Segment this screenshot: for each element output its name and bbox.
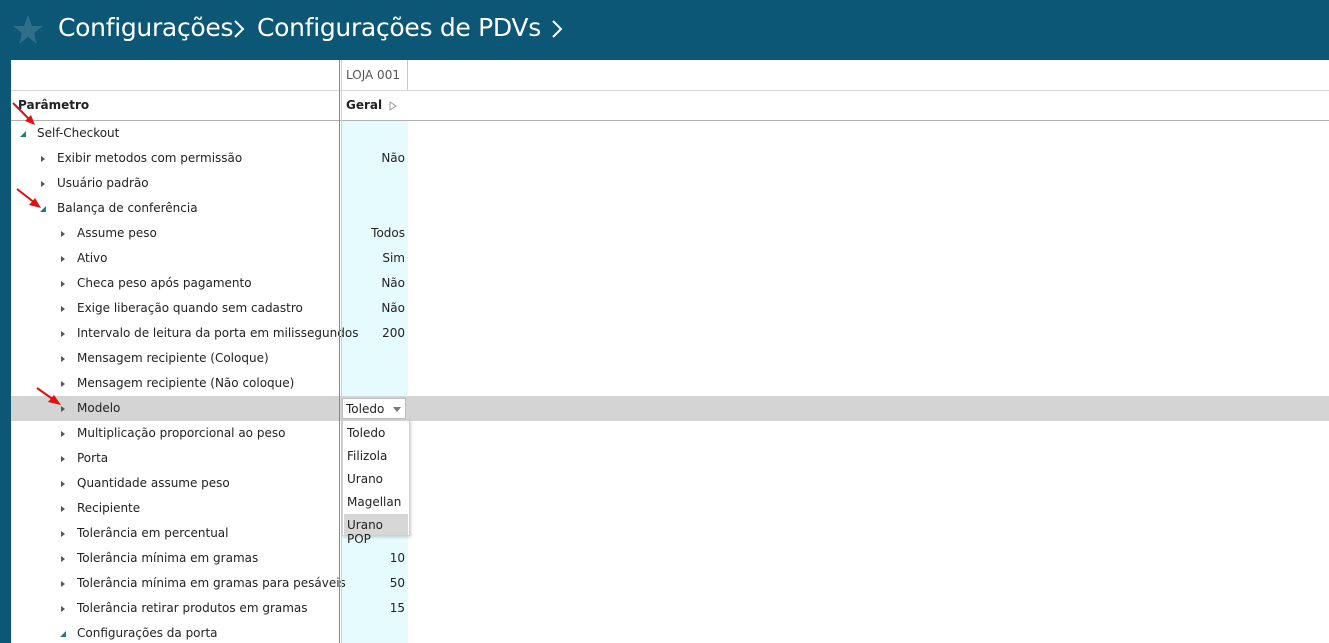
select-value: Toledo bbox=[346, 402, 385, 416]
expand-triangle-icon[interactable] bbox=[59, 230, 67, 238]
tree-row[interactable]: Multiplicação proporcional ao peso bbox=[11, 421, 1329, 446]
parameter-label: Checa peso após pagamento bbox=[77, 276, 252, 290]
parameter-label: Tolerância em percentual bbox=[77, 526, 229, 540]
tree-row[interactable]: Tolerância retirar produtos em gramas 15 bbox=[11, 596, 1329, 621]
expand-right-icon[interactable] bbox=[389, 101, 397, 111]
tree-row[interactable]: Exige liberação quando sem cadastro Não bbox=[11, 296, 1329, 321]
annotation-arrow-icon bbox=[36, 387, 61, 405]
group-column-header[interactable]: Geral bbox=[346, 98, 382, 112]
dropdown-option[interactable]: Magellan bbox=[344, 491, 408, 512]
parameter-label: Tolerância mínima em gramas para pesávei… bbox=[77, 576, 346, 590]
tree-row[interactable]: Quantidade assume peso bbox=[11, 471, 1329, 496]
parameter-label: Balança de conferência bbox=[57, 201, 198, 215]
parameter-label: Intervalo de leitura da porta em milisse… bbox=[77, 326, 359, 340]
expand-triangle-icon[interactable] bbox=[59, 355, 67, 363]
expand-triangle-icon[interactable] bbox=[59, 555, 67, 563]
expand-triangle-icon[interactable] bbox=[59, 480, 67, 488]
expand-triangle-icon[interactable] bbox=[59, 455, 67, 463]
parameter-label: Ativo bbox=[77, 251, 108, 265]
collapse-triangle-icon[interactable] bbox=[59, 630, 67, 638]
parameter-label: Assume peso bbox=[77, 226, 157, 240]
tree-row[interactable]: Tolerância mínima em gramas 10 bbox=[11, 546, 1329, 571]
modelo-dropdown-list: Toledo Filizola Urano Magellan Urano POP bbox=[342, 420, 410, 546]
parameter-label: Modelo bbox=[77, 401, 121, 415]
parameter-label: Multiplicação proporcional ao peso bbox=[77, 426, 286, 440]
parameters-grid: LOJA 001 Parâmetro Geral Self-Checkout Ex… bbox=[11, 60, 1329, 643]
parameter-value[interactable]: Todos bbox=[371, 226, 405, 240]
expand-triangle-icon[interactable] bbox=[59, 330, 67, 338]
tree-row[interactable]: Modelo Toledo bbox=[11, 396, 1329, 421]
tree-row[interactable]: Usuário padrão bbox=[11, 171, 1329, 196]
parameter-value[interactable]: 50 bbox=[390, 576, 405, 590]
annotation-arrow-icon bbox=[16, 188, 41, 208]
divider bbox=[11, 90, 1329, 91]
tree-row[interactable]: Assume peso Todos bbox=[11, 221, 1329, 246]
dropdown-option[interactable]: Toledo bbox=[344, 422, 408, 443]
tree-row[interactable]: Porta bbox=[11, 446, 1329, 471]
tree-row[interactable]: Tolerância em percentual bbox=[11, 521, 1329, 546]
expand-triangle-icon[interactable] bbox=[59, 430, 67, 438]
parameter-label: Mensagem recipiente (Não coloque) bbox=[77, 376, 295, 390]
tree-row[interactable]: Exibir metodos com permissão Não bbox=[11, 146, 1329, 171]
tree-row[interactable]: Configurações da porta bbox=[11, 621, 1329, 643]
tree-row[interactable]: Checa peso após pagamento Não bbox=[11, 271, 1329, 296]
dropdown-option[interactable]: Urano bbox=[344, 468, 408, 489]
parameter-label: Recipiente bbox=[77, 501, 141, 515]
modelo-select[interactable]: Toledo bbox=[342, 398, 406, 419]
parameter-value[interactable]: Não bbox=[381, 151, 405, 165]
chevron-down-icon[interactable] bbox=[393, 407, 401, 412]
tree-row[interactable]: Mensagem recipiente (Coloque) bbox=[11, 346, 1329, 371]
parameter-label: Quantidade assume peso bbox=[77, 476, 230, 490]
parameter-value[interactable]: Não bbox=[381, 301, 405, 315]
parameter-label: Usuário padrão bbox=[57, 176, 149, 190]
parameter-label: Exibir metodos com permissão bbox=[57, 151, 243, 165]
column-divider[interactable] bbox=[339, 60, 340, 643]
tree-row[interactable]: Intervalo de leitura da porta em milisse… bbox=[11, 321, 1329, 346]
tree-row[interactable]: Self-Checkout bbox=[11, 121, 1329, 146]
expand-triangle-icon[interactable] bbox=[59, 280, 67, 288]
parameter-value[interactable]: 200 bbox=[382, 326, 405, 340]
parameter-label: Configurações da porta bbox=[77, 626, 218, 640]
collapse-triangle-icon[interactable] bbox=[19, 130, 27, 138]
tree-row[interactable]: Ativo Sim bbox=[11, 246, 1329, 271]
expand-triangle-icon[interactable] bbox=[59, 305, 67, 313]
breadcrumb-item-configuracoes[interactable]: Configurações bbox=[58, 13, 234, 42]
expand-triangle-icon[interactable] bbox=[59, 530, 67, 538]
expand-triangle-icon[interactable] bbox=[59, 580, 67, 588]
parameter-value[interactable]: 10 bbox=[390, 551, 405, 565]
parameter-value[interactable]: 15 bbox=[390, 601, 405, 615]
breadcrumb-chevron-icon bbox=[234, 20, 245, 38]
parameter-label: Porta bbox=[77, 451, 109, 465]
expand-triangle-icon[interactable] bbox=[39, 155, 47, 163]
parameter-label: Tolerância mínima em gramas bbox=[77, 551, 259, 565]
parameter-label: Tolerância retirar produtos em gramas bbox=[77, 601, 308, 615]
tree-row[interactable]: Balança de conferência bbox=[11, 196, 1329, 221]
parameter-value[interactable]: Sim bbox=[382, 251, 405, 265]
tree-row[interactable]: Tolerância mínima em gramas para pesávei… bbox=[11, 571, 1329, 596]
expand-triangle-icon[interactable] bbox=[59, 505, 67, 513]
parameter-label: Exige liberação quando sem cadastro bbox=[77, 301, 303, 315]
tree-row[interactable]: Recipiente bbox=[11, 496, 1329, 521]
parameter-value[interactable]: Não bbox=[381, 276, 405, 290]
app-header: Configurações Configurações de PDVs bbox=[0, 0, 1329, 60]
dropdown-option-highlighted[interactable]: Urano POP bbox=[344, 514, 408, 546]
expand-triangle-icon[interactable] bbox=[59, 605, 67, 613]
expand-triangle-icon[interactable] bbox=[59, 255, 67, 263]
annotation-arrow-icon bbox=[12, 102, 35, 125]
breadcrumb-chevron-icon[interactable] bbox=[551, 19, 563, 39]
parameter-label: Self-Checkout bbox=[37, 126, 120, 140]
store-column-header[interactable]: LOJA 001 bbox=[342, 60, 408, 90]
breadcrumb-item-configuracoes-pdvs[interactable]: Configurações de PDVs bbox=[257, 13, 541, 42]
favorite-star-icon[interactable] bbox=[12, 14, 44, 46]
tree-row[interactable]: Mensagem recipiente (Não coloque) bbox=[11, 371, 1329, 396]
column-divider bbox=[341, 60, 342, 643]
dropdown-option[interactable]: Filizola bbox=[344, 445, 408, 466]
parameter-label: Mensagem recipiente (Coloque) bbox=[77, 351, 269, 365]
